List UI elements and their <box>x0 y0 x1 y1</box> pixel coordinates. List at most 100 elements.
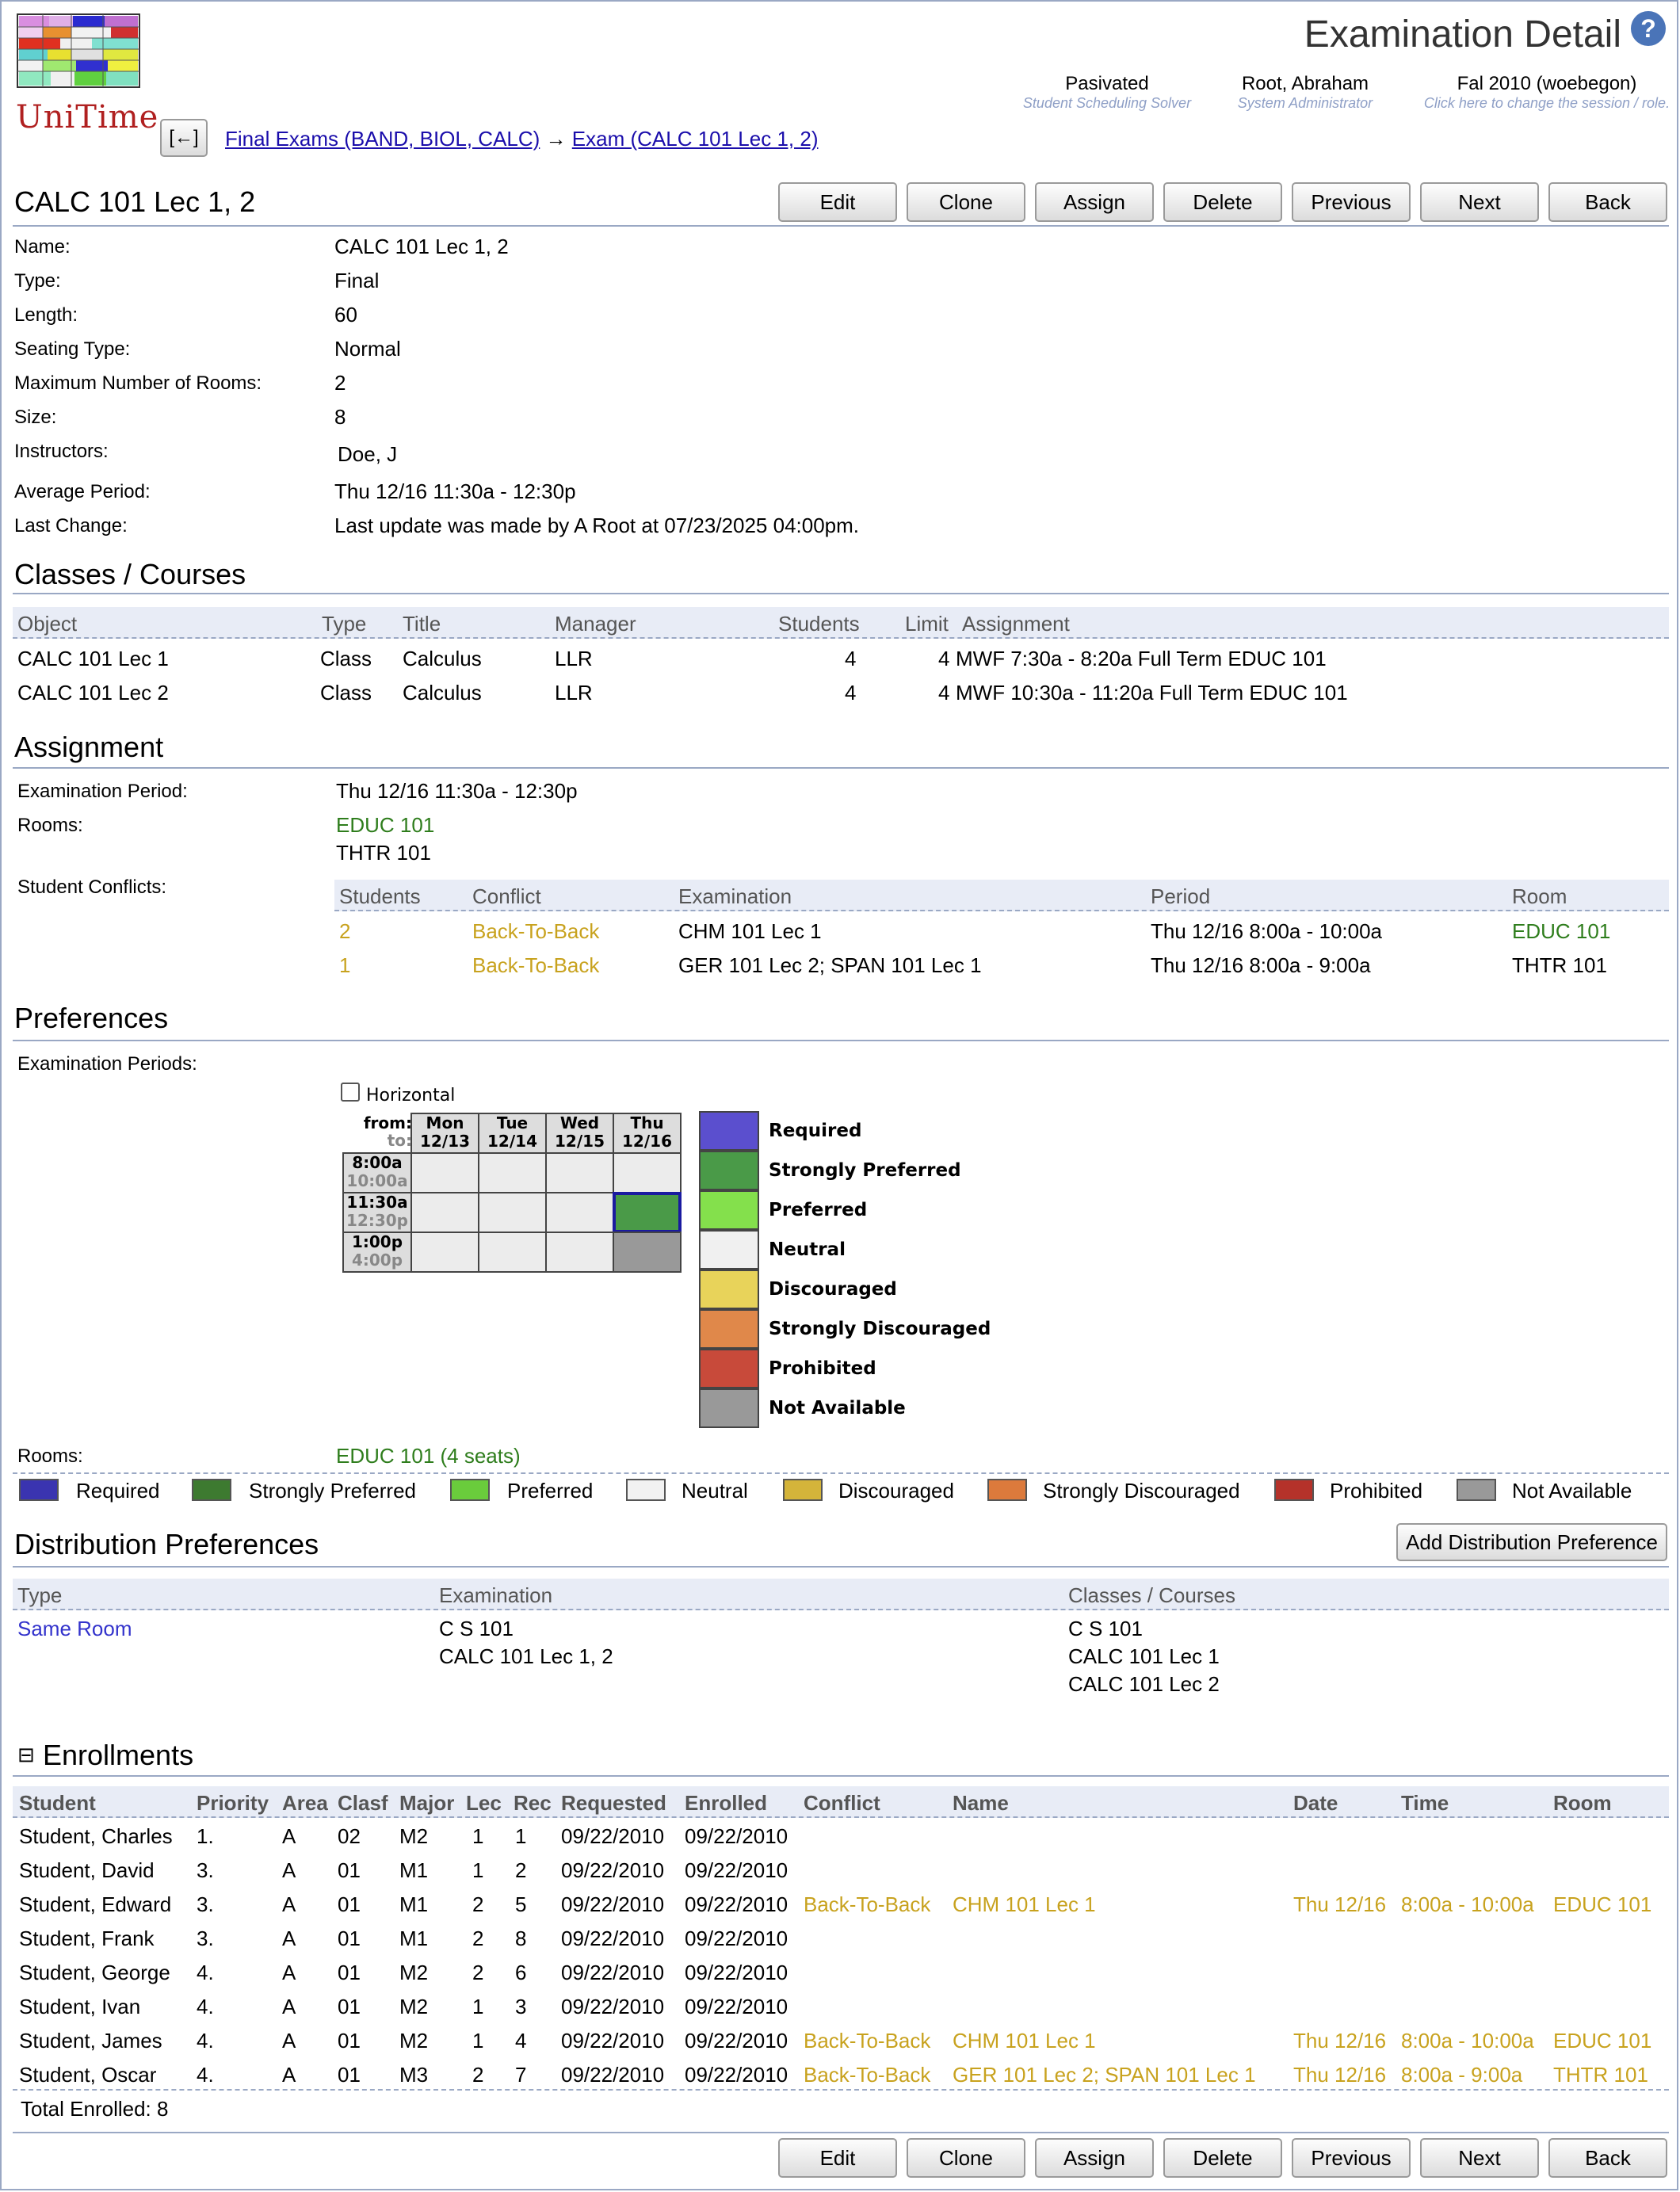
enrollment-clasf: 01 <box>338 1995 361 2018</box>
enrollment-student: Student, Frank <box>19 1927 155 1950</box>
detail-label: Instructors: <box>14 441 109 462</box>
room-preference-value[interactable]: EDUC 101 (4 seats) <box>336 1444 521 1468</box>
period-cell[interactable] <box>478 1152 547 1193</box>
legend-swatch-strongly-preferred[interactable] <box>699 1151 759 1190</box>
column-header: Type <box>17 1583 63 1607</box>
legend-label: Required <box>769 1121 862 1141</box>
instructor-link[interactable]: Doe, J <box>338 442 397 467</box>
breadcrumb-link-final-exams[interactable]: Final Exams (BAND, BIOL, CALC) <box>225 127 540 151</box>
legend-swatch-prohibited[interactable] <box>699 1349 759 1388</box>
next-button-bottom[interactable]: Next <box>1420 2138 1539 2178</box>
column-header: Room <box>1512 884 1567 908</box>
back-button-bottom[interactable]: Back <box>1548 2138 1667 2178</box>
legend-swatch-discouraged[interactable] <box>699 1270 759 1309</box>
column-header: Students <box>339 884 421 908</box>
table-row[interactable]: Student, Oscar 4. A 01 M3 2 7 09/22/2010 09/22/2… <box>2 2060 1674 2091</box>
clone-button[interactable]: Clone <box>907 182 1025 222</box>
horizontal-checkbox[interactable] <box>341 1083 360 1102</box>
enrollment-enrolled: 09/22/2010 <box>685 1961 788 1984</box>
table-row[interactable]: 1 Back-To-Back GER 101 Lec 2; SPAN 101 L… <box>334 950 1669 982</box>
examination-period-label: Examination Period: <box>17 781 188 802</box>
distribution-table-header <box>13 1579 1669 1610</box>
period-cell[interactable] <box>545 1192 614 1233</box>
legend-swatch-not-available[interactable] <box>699 1388 759 1428</box>
enrollment-enrolled: 09/22/2010 <box>685 1927 788 1950</box>
table-row[interactable]: 2 Back-To-Back CHM 101 Lec 1 Thu 12/16 8… <box>334 916 1669 948</box>
delete-button-bottom[interactable]: Delete <box>1163 2138 1282 2178</box>
table-row[interactable]: CALC 101 Lec 2 Class Calculus LLR 4 4 MW… <box>13 678 1669 709</box>
table-row[interactable]: Student, James 4. A 01 M2 1 4 09/22/2010 09/22/2… <box>2 2026 1674 2057</box>
edit-button[interactable]: Edit <box>778 182 897 222</box>
period-cell[interactable] <box>478 1232 547 1273</box>
previous-button[interactable]: Previous <box>1292 182 1411 222</box>
enrollment-rec: 3 <box>515 1995 527 2018</box>
period-cell[interactable] <box>410 1192 479 1233</box>
add-distribution-preference-button[interactable]: Add Distribution Preference <box>1396 1523 1667 1561</box>
section-title-preferences: Preferences <box>14 1002 169 1034</box>
key-label: Strongly Preferred <box>249 1479 416 1503</box>
period-cell[interactable] <box>410 1232 479 1273</box>
legend-label: Prohibited <box>769 1358 876 1379</box>
period-cell-assigned[interactable] <box>613 1192 682 1233</box>
section-title-assignment: Assignment <box>14 731 164 763</box>
table-row[interactable]: Student, Frank 3. A 01 M1 2 8 09/22/2010 09/22/2… <box>2 1923 1674 1955</box>
detail-value: Final <box>334 269 380 292</box>
status-solver[interactable]: Pasivated Student Scheduling Solver <box>1016 73 1198 112</box>
conflict-period: Thu 12/16 8:00a - 9:00a <box>1151 953 1371 977</box>
collapse-icon[interactable]: ⊟ <box>17 1743 35 1767</box>
status-user[interactable]: Root, Abraham System Administrator <box>1222 73 1388 112</box>
table-row[interactable]: Same Room C S 101 CALC 101 Lec 1, 2 C S … <box>13 1615 1669 1704</box>
conflict-period: Thu 12/16 8:00a - 10:00a <box>1151 919 1383 943</box>
legend-swatch-preferred[interactable] <box>699 1190 759 1230</box>
table-row[interactable]: Student, George 4. A 01 M2 2 6 09/22/2010 09/22/… <box>2 1957 1674 1989</box>
period-cell[interactable] <box>478 1192 547 1233</box>
legend-swatch-required[interactable] <box>699 1111 759 1151</box>
class-manager: LLR <box>555 681 593 705</box>
assigned-room[interactable]: EDUC 101 <box>336 813 434 838</box>
enrollment-priority: 4. <box>197 1961 214 1984</box>
detail-value: CALC 101 Lec 1, 2 <box>334 235 509 258</box>
next-button[interactable]: Next <box>1420 182 1539 222</box>
help-icon[interactable]: ? <box>1631 11 1666 46</box>
enrollment-name: CHM 101 Lec 1 <box>953 2029 1096 2053</box>
legend-swatch-strongly-discouraged[interactable] <box>699 1309 759 1349</box>
table-row[interactable]: CALC 101 Lec 1 Class Calculus LLR 4 4 MW… <box>13 643 1669 675</box>
section-title-distribution: Distribution Preferences <box>14 1528 319 1560</box>
class-type: Class <box>320 681 372 705</box>
delete-button[interactable]: Delete <box>1163 182 1282 222</box>
table-row[interactable]: Student, Ivan 4. A 01 M2 1 3 09/22/2010 09/22/20… <box>2 1992 1674 2023</box>
grid-day-name: Tue <box>496 1113 529 1132</box>
period-cell[interactable] <box>410 1152 479 1193</box>
enrollment-name: CHM 101 Lec 1 <box>953 1892 1096 1916</box>
clone-button-bottom[interactable]: Clone <box>907 2138 1025 2178</box>
table-row[interactable]: Student, David 3. A 01 M1 1 2 09/22/2010 09/22/2… <box>2 1855 1674 1887</box>
back-button[interactable]: Back <box>1548 182 1667 222</box>
period-cell[interactable] <box>613 1152 682 1193</box>
examination-periods-label: Examination Periods: <box>17 1053 197 1075</box>
table-row[interactable]: Student, Edward 3. A 01 M1 2 5 09/22/2010 09/22/… <box>2 1889 1674 1921</box>
grid-time-header: 8:00a 10:00a <box>342 1152 412 1193</box>
edit-button-bottom[interactable]: Edit <box>778 2138 897 2178</box>
enrollment-enrolled: 09/22/2010 <box>685 1824 788 1848</box>
preference-key-divider <box>13 1472 1669 1474</box>
previous-button-bottom[interactable]: Previous <box>1292 2138 1411 2178</box>
assigned-room[interactable]: THTR 101 <box>336 841 431 865</box>
assign-button-bottom[interactable]: Assign <box>1035 2138 1154 2178</box>
grid-day-date: 12/16 <box>622 1132 672 1151</box>
table-row[interactable]: Student, Charles 1. A 02 M2 1 1 09/22/2010 09/22… <box>2 1821 1674 1853</box>
class-object: CALC 101 Lec 2 <box>17 681 169 705</box>
period-cell-not-available[interactable] <box>613 1232 682 1273</box>
logo-grid-graphic <box>17 13 140 88</box>
assign-button[interactable]: Assign <box>1035 182 1154 222</box>
grid-day-date: 12/15 <box>555 1132 605 1151</box>
period-cell[interactable] <box>545 1232 614 1273</box>
key-label: Discouraged <box>838 1479 954 1503</box>
grid-day-date: 12/14 <box>487 1132 537 1151</box>
status-session[interactable]: Fal 2010 (woebegon) Click here to change… <box>1420 73 1674 112</box>
breadcrumb: Final Exams (BAND, BIOL, CALC) → Exam (C… <box>225 127 818 151</box>
grid-day-header: Wed 12/15 <box>545 1113 614 1154</box>
period-cell[interactable] <box>545 1152 614 1193</box>
legend-swatch-neutral[interactable] <box>699 1230 759 1270</box>
breadcrumb-link-exam[interactable]: Exam (CALC 101 Lec 1, 2) <box>572 127 819 151</box>
back-arrow-button[interactable]: [←] <box>160 119 208 157</box>
